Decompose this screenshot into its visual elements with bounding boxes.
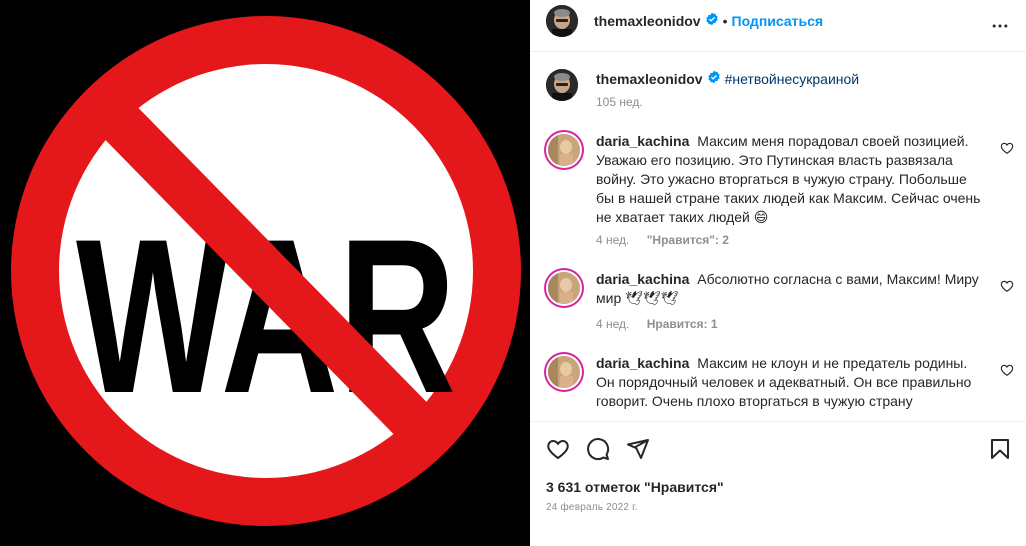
header-username[interactable]: themaxleonidov (594, 13, 701, 29)
caption-username[interactable]: themaxleonidov (596, 71, 703, 87)
comment-icon[interactable] (586, 437, 610, 461)
comment-time[interactable]: 4 нед. (596, 317, 629, 331)
post-panel: themaxleonidov • Подписаться themaxleoni… (530, 0, 1026, 546)
comment-time[interactable]: 4 нед. (596, 233, 629, 247)
heart-icon[interactable] (546, 437, 570, 461)
more-horizontal-icon[interactable] (988, 14, 1012, 38)
post-actions: 3 631 отметок "Нравится" 24 февраль 2022… (530, 421, 1026, 546)
caption-hashtag[interactable]: #нетвойнесукраиной (725, 71, 860, 87)
likes-count[interactable]: 3 631 отметок "Нравится" (546, 479, 724, 495)
verified-badge-icon (705, 12, 719, 31)
caption-time[interactable]: 105 нед. (596, 95, 643, 109)
comment-username[interactable]: daria_kachina (596, 133, 689, 149)
comment-like-heart-icon[interactable] (1000, 141, 1014, 155)
verified-badge-icon (707, 70, 721, 89)
post-header: themaxleonidov • Подписаться (530, 0, 1026, 52)
post-date[interactable]: 24 февраль 2022 г. (546, 502, 638, 513)
owner-avatar[interactable] (546, 5, 578, 37)
follow-button[interactable]: Подписаться (732, 13, 824, 29)
commenter-avatar[interactable] (548, 356, 580, 388)
commenter-avatar[interactable] (548, 134, 580, 166)
comment-item: daria_kachina Максим не клоун и не преда… (546, 354, 1014, 414)
comment-item: daria_kachina Максим меня порадовал свое… (546, 132, 1014, 252)
comment-likes[interactable]: Нравится: 1 (647, 317, 718, 331)
caption-avatar[interactable] (546, 69, 578, 101)
bookmark-icon[interactable] (988, 437, 1012, 461)
send-icon[interactable] (626, 437, 650, 461)
comment-username[interactable]: daria_kachina (596, 271, 689, 287)
post-image: WAR (0, 0, 530, 546)
comment-username[interactable]: daria_kachina (596, 355, 689, 371)
no-war-sign: WAR (0, 0, 530, 546)
commenter-avatar[interactable] (548, 272, 580, 304)
header-separator: • (722, 13, 728, 29)
comment-like-heart-icon[interactable] (1000, 279, 1014, 293)
comment-like-heart-icon[interactable] (1000, 363, 1014, 377)
comment-item: daria_kachina Абсолютно согласна с вами,… (546, 270, 1014, 332)
comment-likes[interactable]: "Нравится": 2 (647, 233, 729, 247)
